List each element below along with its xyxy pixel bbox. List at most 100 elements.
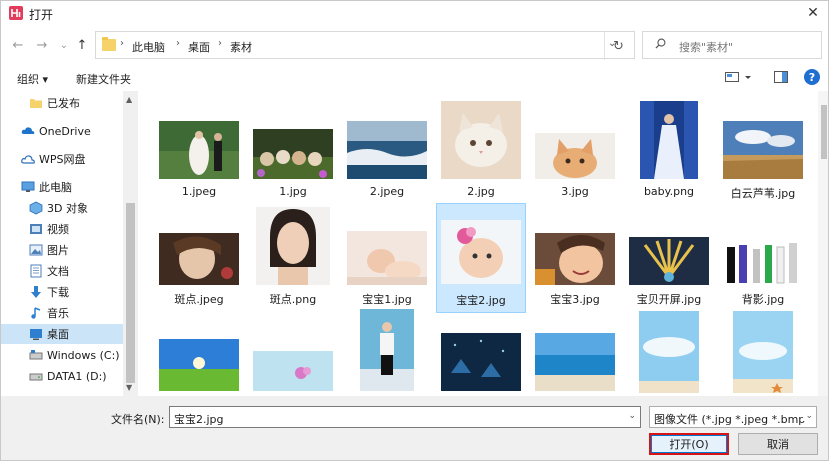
search-box[interactable]: 搜索"素材" bbox=[642, 31, 822, 59]
green-field-thumbnail bbox=[159, 339, 239, 391]
open-button[interactable]: 打开(O) bbox=[649, 433, 729, 455]
file-item[interactable] bbox=[154, 309, 244, 396]
breadcrumb-desktop[interactable]: 桌面 bbox=[188, 39, 210, 55]
view-mode-icon[interactable] bbox=[725, 71, 739, 83]
file-name: 背影.jpg bbox=[741, 293, 785, 306]
sidebar-item-3d-objects[interactable]: 3D 对象 bbox=[1, 198, 123, 218]
file-name: baby.png bbox=[643, 185, 695, 198]
file-item[interactable]: 背影.jpg bbox=[718, 205, 808, 315]
file-item[interactable]: 白云芦苇.jpg bbox=[718, 99, 808, 209]
back-arrow-icon[interactable]: ← bbox=[9, 35, 27, 55]
content-scrollbar[interactable] bbox=[818, 91, 828, 396]
sidebar-item-onedrive[interactable]: OneDrive bbox=[1, 121, 123, 141]
sidebar-item-pictures[interactable]: 图片 bbox=[1, 240, 123, 260]
file-item[interactable]: 斑点.png bbox=[248, 205, 338, 315]
filename-value[interactable]: 宝宝2.jpg bbox=[174, 411, 224, 427]
woman-face-thumbnail bbox=[256, 207, 330, 285]
dark-sky-thumbnail bbox=[441, 333, 521, 391]
sidebar-item-desktop[interactable]: 桌面 bbox=[1, 324, 123, 344]
filename-input[interactable]: 宝宝2.jpg ⌄ bbox=[169, 406, 641, 428]
navigation-row: ← → ⌄ ↑ › 此电脑 › 桌面 › 素材 ⌄ ↻ 搜索"素材" bbox=[1, 31, 828, 60]
title-bar: 打开 ✕ bbox=[1, 1, 828, 27]
file-item[interactable]: 3.jpg bbox=[530, 99, 620, 209]
view-dropdown-icon[interactable] bbox=[743, 71, 753, 83]
help-icon[interactable]: ? bbox=[804, 69, 820, 85]
cube-icon bbox=[29, 201, 43, 215]
breadcrumb-separator-icon[interactable]: › bbox=[176, 38, 180, 49]
sidebar-item-drive-d[interactable]: DATA1 (D:) bbox=[1, 366, 123, 386]
scroll-down-icon[interactable]: ▼ bbox=[126, 383, 132, 392]
sidebar-item-label: 下载 bbox=[47, 286, 69, 299]
sidebar-item-label: 文档 bbox=[47, 265, 69, 278]
organize-menu[interactable]: 组织 ▾ bbox=[17, 71, 48, 87]
file-name: 斑点.jpeg bbox=[174, 293, 224, 306]
filetype-select[interactable]: 图像文件 (*.jpg *.jpeg *.bmp ⌄ bbox=[649, 406, 817, 428]
file-name: 宝宝2.jpg bbox=[456, 294, 506, 307]
file-item[interactable]: 宝宝3.jpg bbox=[530, 205, 620, 315]
cancel-button[interactable]: 取消 bbox=[738, 433, 818, 455]
file-item[interactable] bbox=[718, 309, 808, 396]
wedding-couple-thumbnail bbox=[159, 121, 239, 179]
filename-label: 文件名(N): bbox=[111, 413, 165, 426]
refresh-icon[interactable]: ↻ bbox=[604, 32, 632, 60]
sidebar-item-documents[interactable]: 文档 bbox=[1, 261, 123, 281]
baby-lying-thumbnail bbox=[347, 231, 427, 285]
chevron-down-icon[interactable]: ⌄ bbox=[628, 411, 636, 421]
file-item[interactable] bbox=[530, 309, 620, 396]
reeds-clouds-thumbnail bbox=[723, 121, 803, 179]
scroll-up-icon[interactable]: ▲ bbox=[126, 95, 132, 104]
up-arrow-icon[interactable]: ↑ bbox=[73, 35, 91, 55]
file-item[interactable]: 1.jpeg bbox=[154, 99, 244, 209]
file-item[interactable] bbox=[248, 309, 338, 396]
folder-icon bbox=[102, 37, 116, 51]
smiling-baby-thumbnail bbox=[535, 233, 615, 285]
file-item[interactable] bbox=[342, 309, 432, 396]
sidebar-item-downloads[interactable]: 下载 bbox=[1, 282, 123, 302]
new-folder-button[interactable]: 新建文件夹 bbox=[76, 71, 131, 87]
file-item[interactable]: 宝宝1.jpg bbox=[342, 205, 432, 315]
breadcrumb-separator-icon[interactable]: › bbox=[120, 38, 124, 49]
file-item-selected[interactable]: 宝宝2.jpg bbox=[436, 203, 526, 313]
sidebar-item-label: 已发布 bbox=[47, 97, 80, 110]
file-name: 1.jpeg bbox=[181, 185, 217, 198]
file-item[interactable]: 2.jpg bbox=[436, 99, 526, 209]
close-button[interactable]: ✕ bbox=[802, 3, 824, 23]
file-item[interactable]: 1.jpg bbox=[248, 99, 338, 209]
navigation-pane: 已发布 OneDrive WPS网盘 此电脑 3D 对象 视频 图片 文档 下载… bbox=[1, 91, 138, 396]
sidebar-item-this-pc[interactable]: 此电脑 bbox=[1, 177, 123, 197]
recent-locations-icon[interactable]: ⌄ bbox=[55, 35, 73, 55]
sidebar-item-videos[interactable]: 视频 bbox=[1, 219, 123, 239]
woman-blue-dress-thumbnail bbox=[640, 101, 698, 179]
preview-pane-icon[interactable] bbox=[774, 71, 788, 83]
windows-drive-icon bbox=[29, 350, 43, 360]
file-item[interactable] bbox=[436, 309, 526, 396]
download-icon bbox=[31, 286, 41, 298]
file-item[interactable]: baby.png bbox=[624, 99, 714, 209]
sidebar-item-drive-c[interactable]: Windows (C:) bbox=[1, 345, 123, 365]
breadcrumb-current-folder[interactable]: 素材 bbox=[230, 39, 252, 55]
address-bar[interactable]: › 此电脑 › 桌面 › 素材 ⌄ ↻ bbox=[95, 31, 635, 60]
kittens-thumbnail bbox=[253, 129, 333, 179]
white-cat-thumbnail bbox=[441, 101, 521, 179]
sidebar-item-label: 视频 bbox=[47, 223, 69, 236]
file-name: 3.jpg bbox=[561, 185, 589, 198]
filetype-value[interactable]: 图像文件 (*.jpg *.jpeg *.bmp bbox=[654, 411, 805, 427]
scrollbar-thumb[interactable] bbox=[821, 105, 827, 159]
file-item[interactable]: 2.jpeg bbox=[342, 99, 432, 209]
file-item[interactable]: 斑点.jpeg bbox=[154, 205, 244, 315]
sidebar-scrollbar[interactable]: ▲ ▼ bbox=[123, 91, 138, 396]
forward-arrow-icon[interactable]: → bbox=[33, 35, 51, 55]
file-name: 1.jpg bbox=[279, 185, 307, 198]
file-item[interactable]: 宝贝开屏.jpg bbox=[624, 205, 714, 315]
breadcrumb-this-pc[interactable]: 此电脑 bbox=[132, 39, 165, 55]
sidebar-item-published[interactable]: 已发布 bbox=[1, 93, 123, 113]
sidebar-item-wps-drive[interactable]: WPS网盘 bbox=[1, 149, 123, 169]
chevron-down-icon[interactable]: ⌄ bbox=[803, 411, 813, 421]
scrollbar-thumb[interactable] bbox=[126, 203, 135, 383]
sidebar-item-label: DATA1 (D:) bbox=[47, 369, 107, 383]
open-button-label[interactable]: 打开(O) bbox=[651, 435, 727, 453]
sidebar-item-music[interactable]: 音乐 bbox=[1, 303, 123, 323]
file-item[interactable] bbox=[624, 309, 714, 396]
breadcrumb-separator-icon[interactable]: › bbox=[218, 38, 222, 49]
music-icon bbox=[31, 307, 41, 319]
